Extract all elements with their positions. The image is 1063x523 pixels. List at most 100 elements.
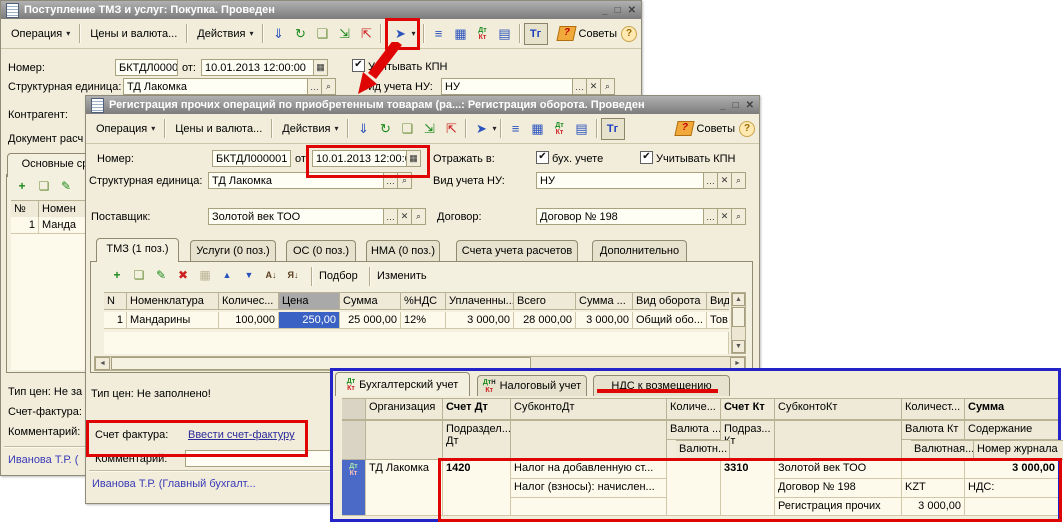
delete-row-icon[interactable]: ✖ xyxy=(174,267,192,283)
move-down-icon[interactable]: ▼ xyxy=(240,267,258,283)
search-icon[interactable]: ⌕ xyxy=(321,78,336,95)
move-up-icon[interactable]: ▲ xyxy=(218,267,236,283)
number-field[interactable]: БКТДЛ000001 xyxy=(212,150,291,167)
prices-currency-button[interactable]: Цены и валюта... xyxy=(84,25,183,43)
header-cell[interactable]: Сумма xyxy=(965,398,1058,420)
minimize-icon[interactable]: _ xyxy=(602,5,608,16)
clear-icon[interactable]: ✕ xyxy=(586,78,601,95)
cell[interactable]: 12% xyxy=(401,312,446,329)
post-and-close-icon[interactable]: ⇓ xyxy=(352,119,374,139)
clear-icon[interactable]: ✕ xyxy=(717,172,732,189)
header-cell[interactable]: Сумма ... xyxy=(576,292,633,310)
cell[interactable]: 1 xyxy=(11,217,39,234)
font-button[interactable]: Тг xyxy=(601,118,625,140)
doc-in-icon[interactable]: ⇲ xyxy=(333,24,355,44)
copy-row-icon[interactable]: ❏ xyxy=(130,267,148,283)
prices-currency-button[interactable]: Цены и валюта... xyxy=(169,120,268,138)
post-and-close-icon[interactable]: ⇓ xyxy=(267,24,289,44)
search-icon[interactable]: ⌕ xyxy=(600,78,615,95)
post-document-icon[interactable]: ➤ xyxy=(389,24,411,44)
maximize-icon[interactable]: □ xyxy=(615,5,621,16)
cell[interactable]: 3 000,00 xyxy=(446,312,514,329)
header-cell[interactable]: Подраздел... Дт xyxy=(443,420,511,460)
add-row-icon[interactable]: + xyxy=(13,178,31,194)
copy-icon[interactable]: ❏ xyxy=(396,119,418,139)
search-icon[interactable]: ⌕ xyxy=(731,208,746,225)
doc-in-icon[interactable]: ⇲ xyxy=(418,119,440,139)
copy-icon[interactable]: ❏ xyxy=(311,24,333,44)
add-row-icon[interactable]: + xyxy=(108,267,126,283)
header-cell[interactable]: Счет Дт xyxy=(443,398,511,420)
structure-icon[interactable]: ≡ xyxy=(428,24,450,44)
minimize-icon[interactable]: _ xyxy=(720,100,726,111)
unit-field[interactable]: ТД Лакомка xyxy=(123,78,308,95)
edit-row-icon[interactable]: ✎ xyxy=(152,267,170,283)
row-marker-dtkt-icon[interactable]: ДтКт xyxy=(342,460,366,516)
font-button[interactable]: Тг xyxy=(524,23,548,45)
header-cell[interactable]: Количест... xyxy=(902,398,965,420)
close-icon[interactable]: ✕ xyxy=(746,100,754,111)
tips-icon[interactable]: ? xyxy=(556,26,576,41)
settings-grid-icon[interactable]: ▦ xyxy=(450,24,472,44)
operation-menu[interactable]: Операция▾ xyxy=(5,25,76,43)
edit-row-icon[interactable]: ✎ xyxy=(57,178,75,194)
vertical-scrollbar[interactable]: ▲ ▼ xyxy=(731,292,746,354)
cell[interactable]: Общий обо... xyxy=(633,312,707,329)
copy-row-icon[interactable]: ❏ xyxy=(35,178,53,194)
supplier-field[interactable]: Золотой век ТОО xyxy=(208,208,384,225)
calendar-icon[interactable]: ▦ xyxy=(313,59,328,76)
cell[interactable]: Мандарины xyxy=(127,312,219,329)
header-cell[interactable]: Валютн... xyxy=(676,440,730,460)
tab-accounts[interactable]: Счета учета расчетов xyxy=(456,240,578,262)
scroll-down-icon[interactable]: ▼ xyxy=(732,340,745,353)
date-field[interactable]: 10.01.2013 12:00:00 xyxy=(201,59,314,76)
settings-grid-icon[interactable]: ▦ xyxy=(527,119,549,139)
header-cell[interactable]: Вид xyxy=(707,292,729,310)
structure-icon[interactable]: ≡ xyxy=(505,119,527,139)
header-cell[interactable]: %НДС xyxy=(401,292,446,310)
header-cell[interactable]: Номер журнала xyxy=(974,440,1063,460)
header-cell[interactable]: Количе... xyxy=(667,398,721,420)
header-cell-selected[interactable]: Цена xyxy=(279,292,340,310)
tab-tmz[interactable]: ТМЗ (1 поз.) xyxy=(96,238,179,262)
header-cell[interactable]: Содержание xyxy=(965,420,1058,440)
actions-menu[interactable]: Действия▾ xyxy=(191,25,259,43)
tab-accounting[interactable]: ДтКт Бухгалтерский учет xyxy=(335,372,470,396)
tips-icon[interactable]: ? xyxy=(674,121,694,136)
maximize-icon[interactable]: □ xyxy=(733,100,739,111)
help-icon[interactable]: ? xyxy=(621,26,637,42)
kpn-checkbox[interactable]: ✔ xyxy=(640,151,653,164)
header-cell[interactable]: N xyxy=(104,292,127,310)
cell-organization[interactable]: ТД Лакомка xyxy=(366,460,443,516)
cell[interactable]: 3 000,00 xyxy=(576,312,633,329)
clear-icon[interactable]: ✕ xyxy=(717,208,732,225)
header-cell[interactable]: Всего xyxy=(514,292,576,310)
scroll-up-icon[interactable]: ▲ xyxy=(732,293,745,306)
cell[interactable]: 28 000,00 xyxy=(514,312,576,329)
grid-row[interactable]: 1 Мандарины 100,000 250,00 25 000,00 12%… xyxy=(104,312,729,329)
search-icon[interactable]: ⌕ xyxy=(731,172,746,189)
titlebar[interactable]: Регистрация прочих операций по приобрете… xyxy=(86,96,759,114)
doc-out-icon[interactable]: ⇱ xyxy=(355,24,377,44)
titlebar[interactable]: Поступление ТМЗ и услуг: Покупка. Провед… xyxy=(1,1,641,19)
tab-tax[interactable]: ДтНКт Налоговый учет xyxy=(477,375,587,396)
tab-services[interactable]: Услуги (0 поз.) xyxy=(190,240,276,262)
cell-selected[interactable]: 250,00 xyxy=(279,312,340,329)
header-cell[interactable]: Уплаченны... xyxy=(446,292,514,310)
cell[interactable]: 100,000 xyxy=(219,312,279,329)
search-icon[interactable]: ⌕ xyxy=(411,208,426,225)
header-cell[interactable]: Сумма xyxy=(340,292,401,310)
header-cell[interactable]: СубконтоКт xyxy=(775,398,902,420)
journal-icon[interactable]: ▤ xyxy=(571,119,593,139)
buh-checkbox[interactable]: ✔ xyxy=(536,151,549,164)
dtkt-icon[interactable]: ДтКт xyxy=(472,24,494,44)
clear-icon[interactable]: ✕ xyxy=(397,208,412,225)
tab-nma[interactable]: НМА (0 поз.) xyxy=(366,240,440,262)
number-field[interactable]: БКТДЛ000001 xyxy=(115,59,178,76)
choose-icon[interactable]: … xyxy=(307,78,322,95)
change-button[interactable]: Изменить xyxy=(373,267,431,285)
operation-menu[interactable]: Операция▾ xyxy=(90,120,161,138)
tips-label[interactable]: Советы xyxy=(579,28,617,40)
chevron-down-icon[interactable]: ▾ xyxy=(492,124,496,133)
tab-additional[interactable]: Дополнительно xyxy=(592,240,687,262)
